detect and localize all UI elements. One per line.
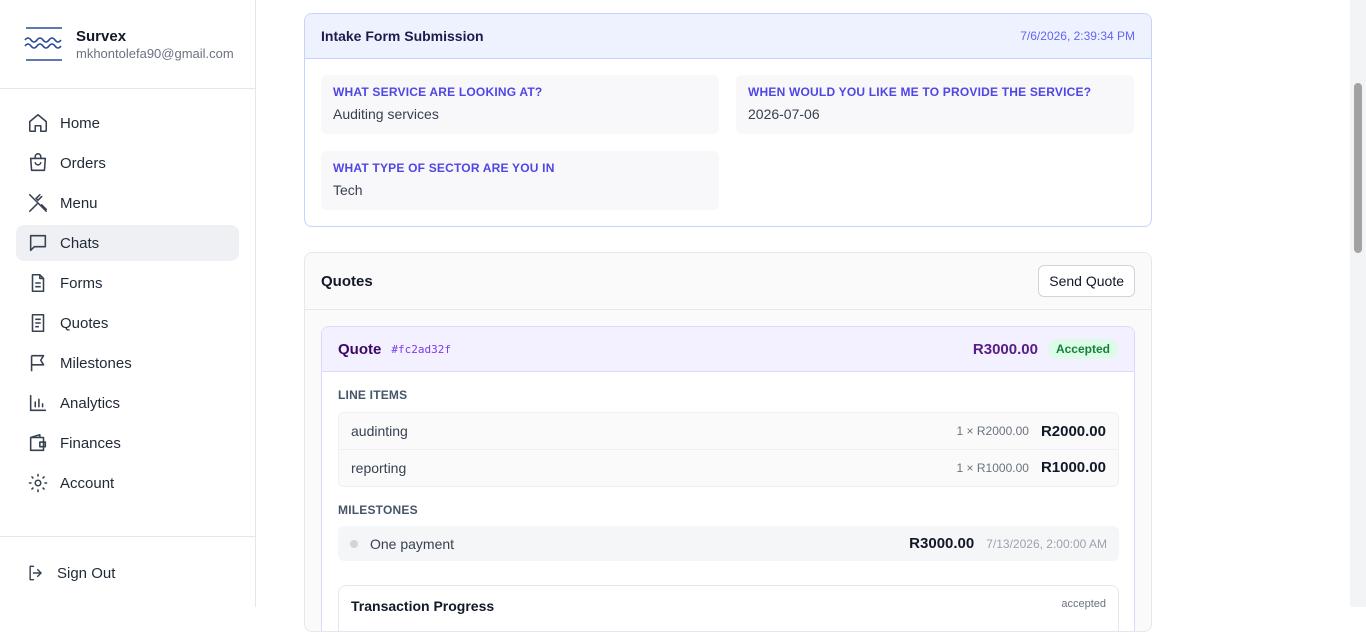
sidebar-item-finances[interactable]: Finances	[16, 425, 239, 461]
sidebar-nav: Home Orders Menu Chats Forms Quotes Mile…	[16, 105, 239, 505]
sidebar-item-label: Analytics	[60, 394, 121, 412]
intake-form-header: Intake Form Submission 7/6/2026, 2:39:34…	[305, 14, 1151, 59]
status-badge: Accepted	[1047, 339, 1118, 359]
field-question: WHEN WOULD YOU LIKE ME TO PROVIDE THE SE…	[748, 85, 1092, 99]
quote-header: Quote #fc2ad32f R3000.00 Accepted	[322, 327, 1134, 372]
milestone-row: One payment R3000.00 7/13/2026, 2:00:00 …	[338, 526, 1119, 561]
sidebar-item-label: Orders	[60, 154, 106, 172]
quote-total: R3000.00	[972, 340, 1038, 358]
intake-form-title: Intake Form Submission	[321, 28, 484, 44]
intake-field: WHAT SERVICE ARE LOOKING AT? Auditing se…	[321, 75, 719, 134]
sign-out-label: Sign Out	[57, 564, 116, 582]
transaction-progress-title: Transaction Progress	[351, 598, 495, 614]
bar-chart-icon	[29, 394, 47, 412]
sidebar-item-forms[interactable]: Forms	[16, 265, 239, 301]
sidebar-item-orders[interactable]: Orders	[16, 145, 239, 181]
flag-icon	[30, 354, 45, 372]
milestone-date: 7/13/2026, 2:00:00 AM	[986, 536, 1107, 551]
sidebar-item-quotes[interactable]: Quotes	[16, 305, 239, 341]
sidebar-item-milestones[interactable]: Milestones	[16, 345, 239, 381]
brand-name: Survex	[76, 28, 127, 45]
milestone-status-dot	[350, 539, 358, 548]
user-email: mkhontolefa90@gmail.com	[76, 46, 234, 61]
sidebar-item-label: Account	[60, 474, 115, 492]
home-icon	[28, 113, 48, 133]
send-quote-button[interactable]: Send Quote	[1038, 265, 1135, 297]
field-question: WHAT TYPE OF SECTOR ARE YOU IN	[333, 161, 555, 175]
utensils-icon	[28, 193, 48, 213]
quote-id: #fc2ad32f	[391, 342, 451, 356]
milestone-name: One payment	[370, 535, 455, 552]
quote-label: Quote	[338, 340, 382, 358]
sidebar-item-label: Home	[60, 114, 101, 132]
line-item-row: reporting 1 × R1000.00 R1000.00	[339, 449, 1118, 485]
line-item-amount: R1000.00	[1040, 459, 1106, 476]
line-item-qty: 1 × R2000.00	[956, 424, 1029, 438]
sidebar-item-label: Forms	[60, 274, 103, 292]
logout-icon	[29, 565, 42, 581]
field-answer: Tech	[333, 182, 363, 198]
line-item-name: audinting	[351, 423, 408, 439]
quotes-header: Quotes Send Quote	[305, 253, 1151, 310]
field-question: WHAT SERVICE ARE LOOKING AT?	[333, 85, 543, 99]
waves-logo-icon	[24, 27, 62, 61]
milestones-label: MILESTONES	[338, 503, 418, 517]
line-items-label: LINE ITEMS	[338, 388, 408, 402]
gear-icon	[28, 473, 48, 493]
intake-field: WHAT TYPE OF SECTOR ARE YOU IN Tech	[321, 151, 719, 210]
page-scrollbar[interactable]	[1350, 0, 1366, 607]
sidebar-item-chats[interactable]: Chats	[16, 225, 239, 261]
sidebar-item-label: Menu	[60, 194, 98, 212]
sidebar-item-account[interactable]: Account	[16, 465, 239, 501]
quotes-title: Quotes	[321, 272, 373, 290]
sidebar-item-analytics[interactable]: Analytics	[16, 385, 239, 421]
line-item-name: reporting	[351, 459, 407, 476]
wallet-icon	[29, 433, 47, 452]
line-item-amount: R2000.00	[1040, 422, 1106, 440]
brand-header: Survex mkhontolefa90@gmail.com	[0, 0, 255, 89]
chat-icon	[29, 234, 47, 252]
sidebar-item-menu[interactable]: Menu	[16, 185, 239, 221]
sign-out-section: Sign Out	[0, 536, 255, 607]
field-answer: 2026-07-06	[748, 106, 820, 122]
quotes-card: Quotes Send Quote Quote #fc2ad32f R3000.…	[304, 252, 1152, 632]
transaction-progress-status: accepted	[1061, 598, 1106, 610]
intake-field: WHEN WOULD YOU LIKE ME TO PROVIDE THE SE…	[736, 75, 1134, 134]
sign-out-button[interactable]: Sign Out	[26, 563, 115, 583]
document-icon	[31, 273, 45, 293]
quote-item[interactable]: Quote #fc2ad32f R3000.00 Accepted LINE I…	[321, 326, 1135, 631]
sidebar-item-label: Quotes	[60, 314, 109, 332]
field-answer: Auditing services	[333, 106, 439, 122]
sidebar-item-label: Chats	[60, 234, 100, 252]
sidebar: Survex mkhontolefa90@gmail.com Home Orde…	[0, 0, 256, 607]
line-item-qty: 1 × R1000.00	[956, 460, 1029, 475]
main-content: Intake Form Submission 7/6/2026, 2:39:34…	[256, 0, 1350, 632]
intake-form-card: Intake Form Submission 7/6/2026, 2:39:34…	[304, 13, 1152, 227]
intake-form-date: 7/6/2026, 2:39:34 PM	[1020, 29, 1135, 43]
shopping-bag-icon	[29, 153, 47, 172]
line-item-row: audinting 1 × R2000.00 R2000.00	[339, 413, 1118, 449]
transaction-progress: Transaction Progress accepted	[338, 585, 1119, 631]
sidebar-item-home[interactable]: Home	[16, 105, 239, 141]
sidebar-item-label: Finances	[60, 434, 121, 452]
scrollbar-thumb[interactable]	[1354, 83, 1362, 253]
milestone-amount: R3000.00	[909, 535, 975, 552]
receipt-icon	[31, 313, 45, 333]
line-items-list: audinting 1 × R2000.00 R2000.00 reportin…	[338, 412, 1119, 487]
sidebar-item-label: Milestones	[60, 354, 132, 372]
